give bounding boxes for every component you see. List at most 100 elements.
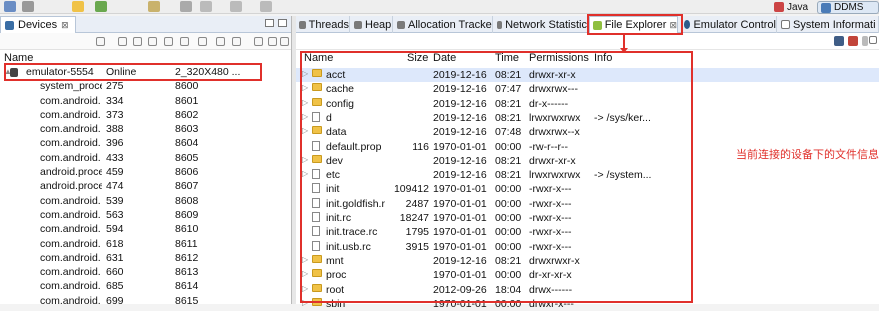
dump-hprof-icon[interactable] bbox=[133, 37, 142, 46]
tab-heap[interactable]: Heap bbox=[351, 16, 393, 33]
tab-allocation-label: Allocation Tracke bbox=[408, 18, 492, 31]
save-icon[interactable] bbox=[4, 1, 16, 12]
process-port: 8610 bbox=[175, 223, 199, 236]
tab-allocation-tracker[interactable]: Allocation Tracke bbox=[394, 16, 493, 33]
process-row[interactable]: com.android. 334 8601 bbox=[0, 94, 292, 108]
update-threads-icon[interactable] bbox=[164, 37, 173, 46]
network-icon bbox=[497, 20, 503, 29]
run-icon[interactable] bbox=[148, 1, 160, 12]
tab-threads-label: Threads bbox=[308, 18, 349, 31]
annotation-text: 当前连接的设备下的文件信息 bbox=[736, 149, 879, 161]
process-row[interactable]: system_proce 275 8600 bbox=[0, 79, 292, 93]
devices-panel: Devices ⊠ Name ▲ emulator-5554 Online 2_… bbox=[0, 16, 292, 307]
maximize-view-icon[interactable] bbox=[280, 37, 289, 46]
process-row[interactable]: com.android. 660 8613 bbox=[0, 265, 292, 279]
process-row[interactable]: com.android. 631 8612 bbox=[0, 251, 292, 265]
file-explorer-toolbar bbox=[296, 33, 879, 50]
minimize-icon[interactable] bbox=[265, 19, 274, 27]
process-row[interactable]: com.android. 699 8615 bbox=[0, 294, 292, 308]
devices-table: ▲ emulator-5554 Online 2_320X480 ... sys… bbox=[0, 65, 292, 308]
process-pid: 631 bbox=[106, 251, 124, 264]
process-port: 8604 bbox=[175, 137, 199, 150]
history-icon[interactable] bbox=[260, 1, 272, 12]
pull-file-icon[interactable] bbox=[834, 36, 844, 46]
tab-emulator-label: Emulator Control bbox=[693, 18, 776, 31]
stop-process-icon[interactable] bbox=[198, 37, 207, 46]
process-row[interactable]: com.android. 618 8611 bbox=[0, 237, 292, 251]
cause-gc-icon[interactable] bbox=[148, 37, 157, 46]
file-table-highlight-box bbox=[300, 51, 693, 303]
process-pid: 334 bbox=[106, 94, 124, 107]
view-menu-icon[interactable] bbox=[254, 37, 263, 46]
process-row[interactable]: android.proce 459 8606 bbox=[0, 165, 292, 179]
minimize-view-icon[interactable] bbox=[869, 36, 877, 44]
device-tab-icon bbox=[5, 20, 14, 30]
view-controls bbox=[265, 19, 287, 27]
start-method-profiling-icon[interactable] bbox=[180, 37, 189, 46]
process-name: com.android. bbox=[40, 123, 101, 136]
process-pid: 563 bbox=[106, 208, 124, 221]
process-port: 8600 bbox=[175, 80, 199, 93]
process-port: 8603 bbox=[175, 123, 199, 136]
java-perspective-icon bbox=[774, 2, 784, 12]
devices-tabbar: Devices ⊠ bbox=[0, 16, 291, 33]
update-heap-icon[interactable] bbox=[118, 37, 127, 46]
main-toolbar: Java DDMS bbox=[0, 0, 879, 14]
process-port: 8606 bbox=[175, 166, 199, 179]
process-pid: 539 bbox=[106, 194, 124, 207]
process-row[interactable]: com.android. 373 8602 bbox=[0, 108, 292, 122]
process-name: com.android. bbox=[40, 108, 101, 121]
process-name: com.android. bbox=[40, 251, 101, 264]
emulator-highlight-box bbox=[4, 63, 262, 81]
forward-icon[interactable] bbox=[230, 1, 242, 12]
tab-network-statistics[interactable]: Network Statistic bbox=[494, 16, 588, 33]
devices-toolbar bbox=[0, 33, 291, 50]
process-pid: 459 bbox=[106, 166, 124, 179]
tab-system-information[interactable]: System Informati bbox=[778, 16, 879, 33]
process-row[interactable]: com.android. 685 8614 bbox=[0, 279, 292, 293]
process-pid: 685 bbox=[106, 280, 124, 293]
process-row[interactable]: com.android. 396 8604 bbox=[0, 136, 292, 150]
screen-capture-icon[interactable] bbox=[216, 37, 225, 46]
emulator-icon bbox=[684, 20, 691, 29]
systrace-icon[interactable] bbox=[232, 37, 241, 46]
process-pid: 699 bbox=[106, 294, 124, 307]
process-port: 8602 bbox=[175, 108, 199, 121]
process-pid: 433 bbox=[106, 151, 124, 164]
minimize-view-icon[interactable] bbox=[268, 37, 277, 46]
folder-icon[interactable] bbox=[72, 1, 84, 12]
perspective-java[interactable]: Java bbox=[774, 0, 808, 14]
process-port: 8615 bbox=[175, 294, 199, 307]
nav-icon[interactable] bbox=[180, 1, 192, 12]
process-row[interactable]: android.proce 474 8607 bbox=[0, 179, 292, 193]
process-name: com.android. bbox=[40, 266, 101, 279]
process-row[interactable]: com.android. 539 8608 bbox=[0, 194, 292, 208]
process-name: com.android. bbox=[40, 280, 101, 293]
debug-process-icon[interactable] bbox=[96, 37, 105, 46]
close-icon[interactable]: ⊠ bbox=[61, 20, 69, 31]
tab-threads[interactable]: Threads bbox=[296, 16, 350, 33]
heap-icon bbox=[354, 20, 362, 29]
process-pid: 618 bbox=[106, 237, 124, 250]
process-name: com.android. bbox=[40, 194, 101, 207]
tab-emulator-control[interactable]: Emulator Control bbox=[681, 16, 777, 33]
tab-devices[interactable]: Devices ⊠ bbox=[0, 16, 76, 33]
process-row[interactable]: com.android. 388 8603 bbox=[0, 122, 292, 136]
debug-icon[interactable] bbox=[95, 1, 107, 12]
process-port: 8612 bbox=[175, 251, 199, 264]
process-name: com.android. bbox=[40, 294, 101, 307]
back-icon[interactable] bbox=[200, 1, 212, 12]
push-file-icon[interactable] bbox=[848, 36, 858, 46]
process-name: android.proce bbox=[40, 166, 102, 179]
file-explorer-tab-highlight bbox=[587, 14, 683, 35]
view-menu-icon[interactable] bbox=[862, 36, 868, 46]
maximize-icon[interactable] bbox=[278, 19, 287, 27]
process-row[interactable]: com.android. 594 8610 bbox=[0, 222, 292, 236]
print-icon[interactable] bbox=[22, 1, 34, 12]
process-row[interactable]: com.android. 433 8605 bbox=[0, 151, 292, 165]
process-port: 8611 bbox=[175, 237, 198, 250]
process-row[interactable]: com.android. 563 8609 bbox=[0, 208, 292, 222]
process-name: com.android. bbox=[40, 237, 101, 250]
perspective-ddms-label: DDMS bbox=[834, 2, 864, 13]
perspective-ddms[interactable]: DDMS bbox=[817, 1, 879, 14]
